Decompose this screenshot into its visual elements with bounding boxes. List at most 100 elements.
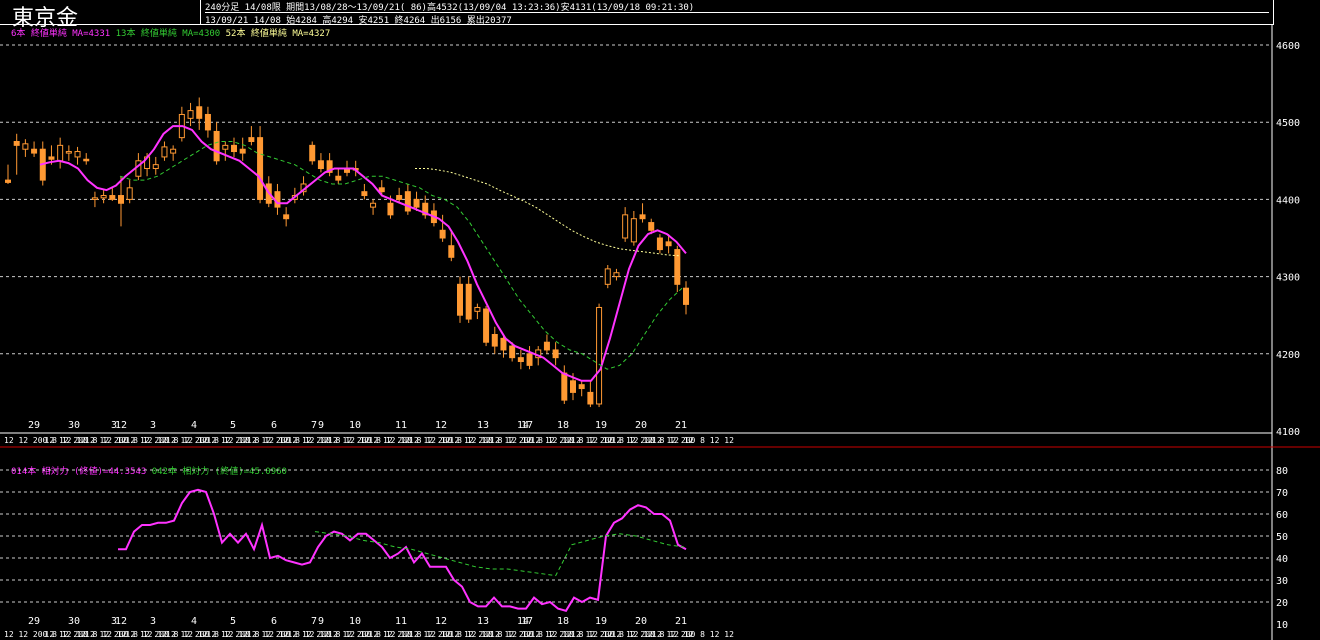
date-label: 11	[395, 420, 407, 431]
candle-body-down	[578, 384, 585, 390]
candle-body-up	[604, 268, 611, 285]
date-label: 17	[521, 420, 533, 431]
sub-y-tick-label: 10	[1276, 620, 1288, 631]
candle-body-down	[543, 341, 550, 351]
date-label: 29	[28, 616, 40, 627]
time-label: 12 12 200 8 12 12	[652, 436, 734, 445]
candle-body-down	[439, 229, 446, 239]
date-label: 13	[477, 420, 489, 431]
candle-body-up	[91, 197, 98, 200]
sub-y-tick-label: 60	[1276, 510, 1288, 521]
candle-body-down	[500, 337, 507, 351]
candle-body-down	[683, 287, 689, 305]
date-label: 10	[349, 616, 361, 627]
candle-body-down	[587, 391, 594, 405]
candle-body-down	[404, 191, 411, 212]
candle-body-down	[248, 137, 255, 142]
date-label: 20	[635, 420, 647, 431]
date-label: 12	[435, 616, 447, 627]
candle-body-down	[239, 148, 246, 154]
candle-body-down	[561, 372, 568, 401]
candle-body-down	[639, 214, 646, 220]
candle-body-up	[65, 151, 72, 154]
sub-y-tick-label: 40	[1276, 554, 1288, 565]
candle-body-up	[126, 187, 133, 200]
candle-body-down	[509, 345, 516, 359]
date-label: 7	[311, 420, 317, 431]
main-y-tick-label: 4100	[1276, 427, 1300, 438]
chart-canvas: 4100 4200 4300 4400 4500 4600 10 20 30 40 50 60 70 80…	[0, 24, 1320, 640]
candle-body-down	[457, 283, 463, 316]
candle-body-down	[31, 148, 38, 154]
sub-y-tick-label: 30	[1276, 576, 1288, 587]
candle-body-down	[361, 191, 368, 197]
date-label: 6	[271, 616, 277, 627]
sub-y-tick-label: 80	[1276, 466, 1288, 477]
candle-body-down	[491, 334, 498, 347]
candle-body-down	[526, 353, 533, 366]
sub-y-tick-label: 50	[1276, 532, 1288, 543]
candle-body-down	[283, 214, 290, 220]
main-y-tick-label: 4600	[1276, 41, 1300, 52]
date-label: 29	[28, 420, 40, 431]
date-label: 19	[595, 616, 607, 627]
date-label: 7	[311, 616, 317, 627]
candle-body-down	[231, 144, 237, 153]
date-label: 18	[557, 616, 569, 627]
candle-body-down	[517, 357, 524, 363]
candle-body-down	[656, 237, 663, 251]
date-label: 11	[395, 616, 407, 627]
date-label: 30	[68, 420, 80, 431]
date-label: 4	[191, 420, 197, 431]
date-label: 9	[318, 616, 324, 627]
date-label: 18	[557, 420, 569, 431]
candle-body-up	[74, 151, 81, 158]
candle-body-down	[204, 113, 211, 131]
candle-body-down	[5, 179, 11, 183]
candle-body-up	[222, 144, 229, 150]
candle-body-up	[152, 164, 159, 170]
date-label: 12	[435, 420, 447, 431]
date-label: 3	[150, 616, 156, 627]
candle-body-down	[274, 191, 281, 208]
candle-body-up	[57, 144, 64, 162]
date-label: 3	[150, 420, 156, 431]
main-y-tick-label: 4300	[1276, 273, 1300, 284]
candle-body-down	[648, 222, 655, 231]
candle-body-up	[622, 214, 629, 239]
candle-body-down	[109, 195, 116, 200]
candle-body-up	[187, 110, 194, 119]
candle-body-down	[213, 130, 220, 162]
date-label: 12	[115, 616, 127, 627]
candle-body-up	[596, 306, 603, 405]
candle-body-up	[22, 143, 29, 150]
rsi14-line	[118, 488, 687, 612]
candle-body-down	[378, 187, 385, 193]
candle-body-up	[170, 148, 177, 154]
candle-body-up	[100, 195, 107, 199]
date-label: 17	[521, 616, 533, 627]
candle-body-down	[83, 158, 90, 162]
candle-body-down	[335, 175, 342, 181]
time-label: 12 12 200 8 12 12	[652, 630, 734, 639]
date-label: 19	[595, 420, 607, 431]
date-label: 21	[675, 616, 687, 627]
candle-body-down	[196, 106, 203, 119]
date-label: 4	[191, 616, 197, 627]
candle-body-down	[674, 249, 681, 285]
main-y-tick-label: 4500	[1276, 118, 1300, 129]
candle-body-down	[665, 241, 672, 247]
date-label: 30	[68, 616, 80, 627]
candle-body-down	[118, 195, 124, 204]
date-label: 5	[230, 616, 236, 627]
candle-body-down	[448, 245, 455, 258]
candle-body-up	[630, 218, 637, 243]
candle-body-down	[317, 160, 324, 170]
candle-body-down	[309, 144, 316, 162]
date-label: 5	[230, 420, 236, 431]
date-label: 13	[477, 616, 489, 627]
candle-body-down	[257, 137, 264, 200]
candle-body-up	[474, 306, 481, 312]
candle-body-down	[48, 156, 55, 160]
candle-body-down	[570, 380, 576, 393]
